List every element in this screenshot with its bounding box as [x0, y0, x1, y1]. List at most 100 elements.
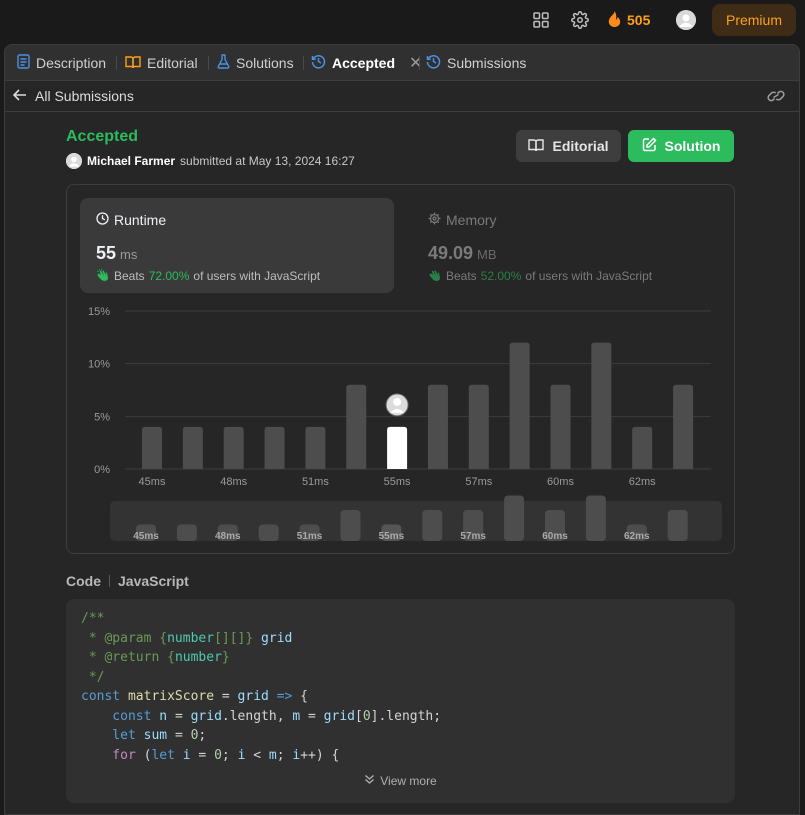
code-token: grid [261, 630, 293, 646]
code-token: grid [237, 689, 269, 704]
code-line: */ [81, 668, 441, 688]
tab-divider [303, 56, 304, 70]
y-tick-label: 0% [94, 464, 110, 476]
tab-accepted[interactable]: Accepted ✕ [311, 45, 422, 81]
code-block[interactable]: /** * @param {number[][]} grid * @return… [66, 599, 735, 803]
code-line: * @return {number} [81, 648, 441, 668]
overview-bar [504, 495, 525, 541]
streak-counter[interactable]: 505 [608, 9, 650, 31]
tab-description[interactable]: Description [17, 45, 106, 81]
back-label: All Submissions [35, 88, 134, 104]
code-token: grid [190, 708, 222, 724]
x-tick-label: 45ms [139, 476, 166, 488]
code-token: { [151, 630, 168, 646]
submitter-info: Michael Farmer submitted at May 13, 2024… [66, 153, 355, 169]
code-token: => [268, 689, 301, 704]
code-token: @return [104, 650, 160, 665]
tab-label: Submissions [447, 55, 527, 71]
editorial-button[interactable]: Editorial [516, 130, 621, 162]
code-token: m [292, 708, 301, 724]
chart-bar [673, 384, 694, 469]
code-token: const [81, 708, 152, 724]
code-token: } [245, 630, 262, 646]
overview-tick-label: 48ms [215, 531, 241, 542]
tab-label: Editorial [147, 55, 198, 71]
layout-grid-icon[interactable] [531, 10, 551, 30]
code-line: let sum = 0; [81, 726, 441, 746]
top-bar: 505 Premium [0, 0, 805, 40]
tab-solutions[interactable]: Solutions [217, 45, 294, 81]
chart-bar [509, 342, 530, 469]
code-token: = [221, 689, 238, 704]
view-more-label: View more [380, 774, 437, 788]
chevrons-down-icon [364, 774, 375, 788]
code-line: const matrixScore = grid => { [81, 687, 441, 707]
tab-submissions[interactable]: Submissions [426, 45, 526, 81]
code-token: for [81, 747, 136, 763]
x-tick-label: 48ms [220, 476, 247, 488]
submission-panel: Description Editorial Solutions Accepted… [4, 44, 800, 815]
submission-status: Accepted [66, 128, 139, 145]
tab-bar: Description Editorial Solutions Accepted… [5, 45, 799, 81]
code-token: { [300, 689, 308, 704]
code-token: grid [323, 708, 355, 724]
x-tick-label: 60ms [547, 476, 574, 488]
overview-bar [340, 509, 361, 541]
chart-bar [142, 426, 162, 469]
code-token: const [81, 689, 121, 704]
code-token: = [174, 708, 191, 724]
history-icon [311, 54, 326, 72]
code-token: m [268, 747, 277, 763]
avatar[interactable] [676, 10, 696, 30]
overview-bar [176, 524, 197, 541]
x-tick-label: 57ms [465, 476, 492, 488]
book-icon [125, 55, 141, 72]
streak-count: 505 [627, 12, 651, 28]
code-token: [][] [214, 630, 246, 646]
x-tick-label: 62ms [629, 476, 656, 488]
tab-label: Solutions [236, 55, 294, 71]
y-tick-label: 5% [94, 411, 110, 423]
x-tick-label: 51ms [302, 476, 329, 488]
code-token: ++) { [300, 747, 340, 763]
code-token: ( [135, 747, 152, 763]
code-token: [ [354, 708, 363, 724]
close-icon[interactable]: ✕ [409, 53, 422, 73]
code-header: Code JavaScript [66, 573, 189, 589]
code-token: = [300, 708, 324, 724]
chart-bar [264, 426, 285, 469]
code-token: { [159, 650, 175, 665]
tab-editorial[interactable]: Editorial [125, 45, 198, 81]
link-icon[interactable] [767, 88, 785, 109]
submission-subbar: All Submissions [5, 81, 799, 112]
code-token: 0 [362, 708, 371, 724]
code-token: 0 [214, 747, 222, 763]
overview-tick-label: 60ms [542, 531, 568, 542]
gear-icon[interactable] [570, 10, 590, 30]
overview-tick-label: 51ms [297, 531, 323, 542]
code-line: * @param {number[][]} grid [81, 629, 441, 649]
code-token: = [198, 747, 215, 763]
overview-bar [667, 509, 688, 541]
x-tick-label: 55ms [384, 476, 411, 488]
solution-button[interactable]: Solution [628, 130, 734, 162]
document-icon [17, 54, 30, 72]
code-lines: /** * @param {number[][]} grid * @return… [81, 609, 441, 765]
code-token: .length, [221, 708, 293, 724]
code-token: * [81, 630, 105, 646]
flask-icon [217, 54, 230, 72]
code-token: number [167, 630, 215, 646]
chart-bar [591, 342, 612, 469]
chart-bar [550, 384, 571, 469]
submitted-time: submitted at May 13, 2024 16:27 [180, 154, 355, 168]
avatar[interactable] [66, 153, 82, 169]
code-line: const n = grid.length, m = grid[0].lengt… [81, 707, 441, 727]
code-token: n [151, 708, 175, 724]
back-to-all-submissions[interactable]: All Submissions [12, 88, 134, 104]
flame-icon [608, 10, 621, 30]
code-token: number [174, 650, 222, 665]
premium-button[interactable]: Premium [712, 4, 796, 36]
view-more-button[interactable]: View more [66, 774, 735, 788]
code-token: let [151, 747, 175, 763]
submitter-name[interactable]: Michael Farmer [87, 154, 175, 168]
